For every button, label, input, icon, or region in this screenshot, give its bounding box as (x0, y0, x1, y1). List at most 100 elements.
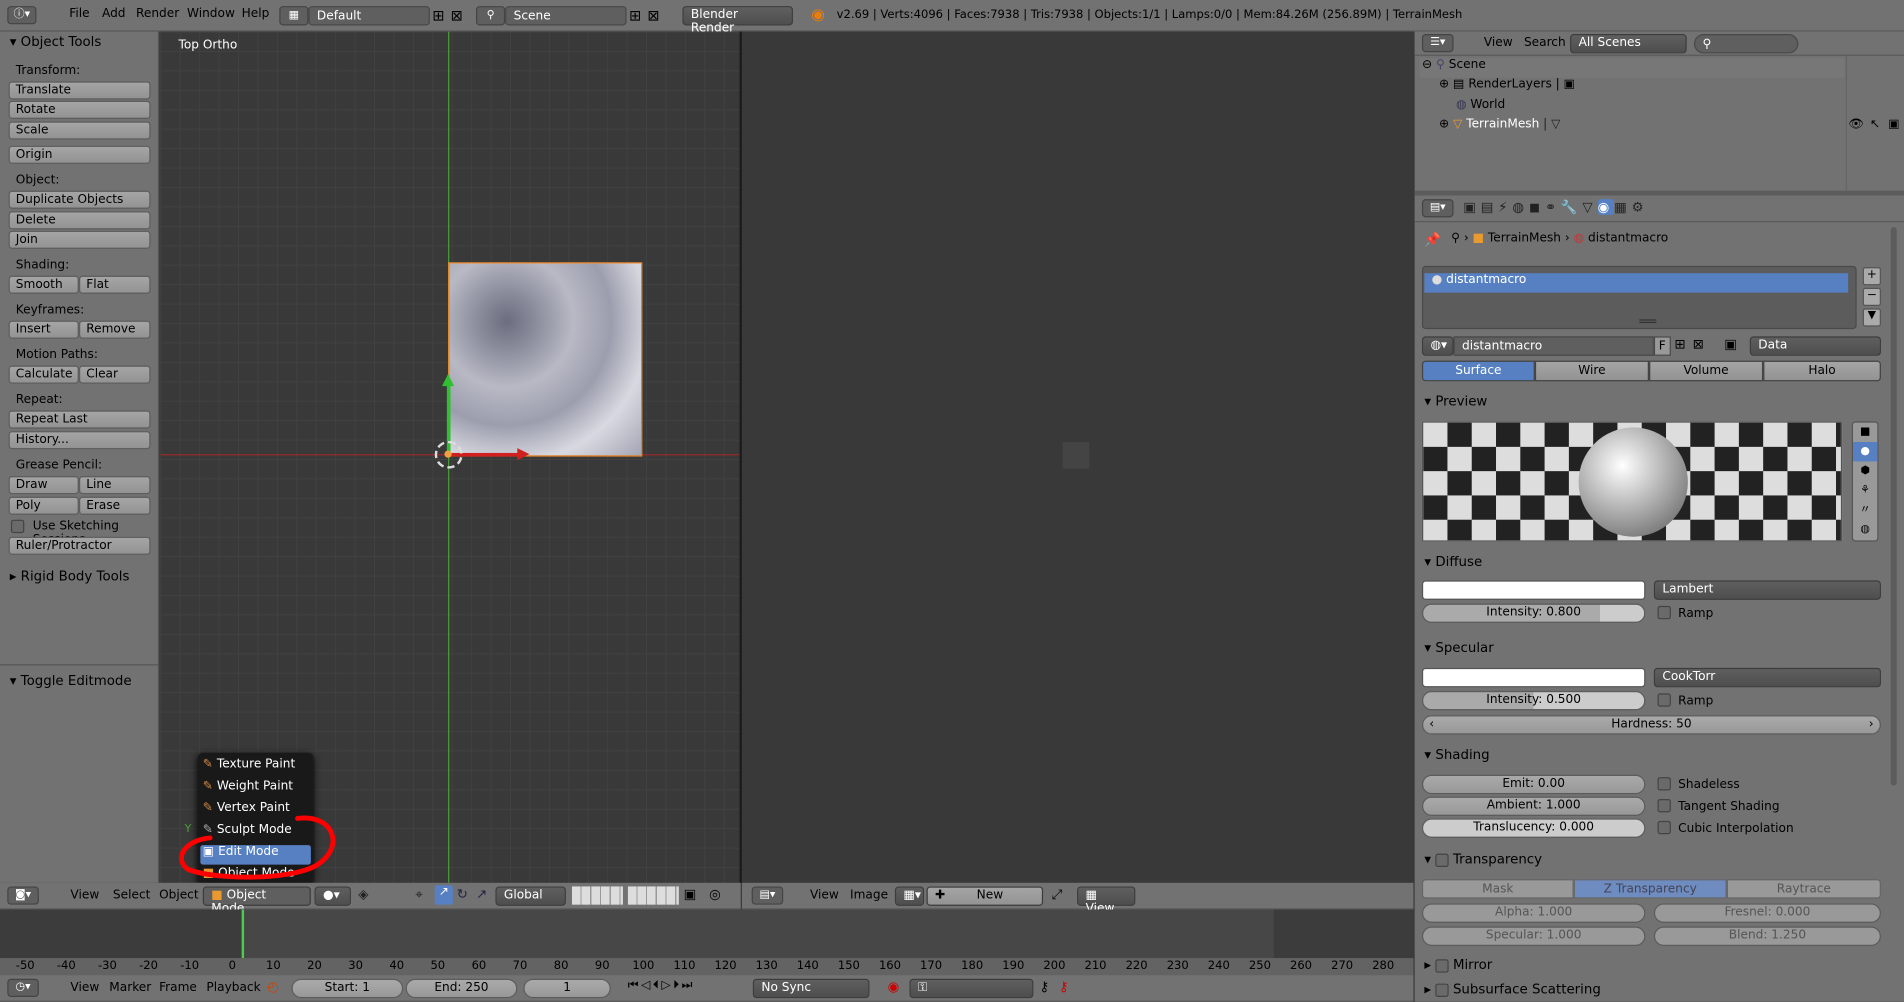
remove-slot-icon[interactable]: − (1862, 287, 1881, 307)
insert-keyframe-button[interactable]: Insert (8, 320, 79, 339)
diffuse-color-swatch[interactable] (1421, 580, 1646, 600)
image-view-menu[interactable]: View (810, 889, 839, 902)
image-browse-dropdown[interactable]: ▦▾ (894, 886, 925, 906)
material-slot-list[interactable]: ● distantmacro (1421, 265, 1857, 330)
playback-menu[interactable]: Playback (206, 981, 260, 994)
timeline-area[interactable] (0, 909, 1414, 976)
emit-field[interactable]: Emit: 0.00 (1421, 774, 1646, 795)
fresnel-field[interactable]: Fresnel: 0.000 (1653, 903, 1881, 923)
render-engine-dropdown[interactable]: Blender Render (682, 6, 793, 35)
marker-menu[interactable]: Marker (109, 981, 151, 994)
image-menu[interactable]: Image (850, 889, 888, 902)
node-icon[interactable]: ▣ (1724, 336, 1737, 352)
diffuse-shader-dropdown[interactable]: Lambert (1653, 580, 1881, 600)
scene-filter-dropdown[interactable]: All Scenes (1570, 34, 1687, 54)
mirror-checkbox[interactable] (1435, 958, 1449, 973)
outliner-editor-icon[interactable]: ☰▾ (1421, 34, 1454, 53)
tab-volume[interactable]: Volume (1649, 360, 1764, 382)
sync-dropdown[interactable]: No Sync (752, 978, 870, 999)
poly-button[interactable]: Poly (8, 496, 79, 515)
insert-keyframe-icon[interactable]: ⚷ (1039, 979, 1049, 995)
outliner-row-scene[interactable]: ⊖ ⚲ Scene (1419, 58, 1845, 78)
translate-button[interactable]: Translate (8, 81, 151, 100)
tab-wire[interactable]: Wire (1534, 360, 1650, 382)
calculate-button[interactable]: Calculate (8, 365, 79, 384)
add-slot-icon[interactable]: + (1862, 267, 1881, 286)
specular-transparency-slider[interactable]: Specular: 1.000 (1421, 926, 1646, 946)
smooth-button[interactable]: Smooth (8, 275, 79, 294)
scene-icon[interactable]: ⚲ (476, 6, 506, 26)
fake-user-button[interactable]: F (1653, 336, 1671, 356)
object-menu[interactable]: Object (159, 889, 199, 902)
image-view-dropdown[interactable]: ▦ View (1077, 886, 1136, 916)
flat-button[interactable]: Flat (78, 275, 151, 294)
sketching-checkbox[interactable] (10, 519, 25, 534)
screen-layout-icon[interactable]: ▦ (279, 6, 309, 26)
object-tools-header[interactable]: ▾ Object Tools (10, 34, 102, 50)
layers-grid-2-icon[interactable] (627, 886, 679, 905)
menu-window[interactable]: Window (187, 7, 235, 20)
new-material-icon[interactable]: ⊞ (1675, 336, 1686, 352)
delete-button[interactable]: Delete (8, 211, 151, 230)
translate-icon[interactable]: ↗ (434, 885, 453, 905)
remove-scene-icon[interactable]: ⊠ (647, 7, 659, 24)
specular-panel-header[interactable]: ▾ Specular (1424, 640, 1493, 656)
shading-panel-header[interactable]: ▾ Shading (1424, 747, 1489, 763)
alpha-slider[interactable]: Alpha: 1.000 (1421, 903, 1646, 923)
breadcrumb-material[interactable]: distantmacro (1588, 232, 1668, 245)
image-editor-area[interactable] (741, 31, 1414, 883)
proportional-edit-icon[interactable]: ◎ (709, 886, 721, 902)
menu-help[interactable]: Help (242, 7, 270, 20)
erase-button[interactable]: Erase (78, 496, 151, 515)
scale-button[interactable]: Scale (8, 121, 151, 140)
menu-file[interactable]: File (69, 7, 89, 20)
shading-dropdown[interactable]: ●▾ (314, 886, 351, 906)
scene-field[interactable]: Scene (505, 6, 627, 26)
menu-add[interactable]: Add (102, 7, 126, 20)
terrain-mesh[interactable] (448, 262, 643, 457)
join-button[interactable]: Join (8, 230, 151, 249)
end-frame-field[interactable]: End: 250 (405, 978, 518, 999)
translucency-slider[interactable]: Translucency: 0.000 (1421, 818, 1646, 838)
line-button[interactable]: Line (78, 476, 151, 495)
texture-paint-item[interactable]: ✎ Texture Paint (203, 758, 310, 777)
pin-icon[interactable]: 📌 (1424, 232, 1441, 248)
add-scene-icon[interactable]: ⊞ (629, 7, 641, 24)
specular-shader-dropdown[interactable]: CookTorr (1653, 667, 1881, 688)
rotate-icon[interactable]: ↻ (457, 886, 468, 902)
delete-keyframe-icon[interactable]: ⚷ (1059, 979, 1069, 995)
mirror-panel-header[interactable]: ▸ Mirror (1424, 957, 1492, 973)
breadcrumb-object[interactable]: TerrainMesh (1488, 232, 1561, 245)
outliner-row-terrainmesh[interactable]: ⊕ ▽ TerrainMesh | ▽ (1439, 118, 1561, 131)
hardness-field[interactable]: ‹ Hardness: 50 › (1421, 715, 1881, 735)
cubic-interpolation-checkbox[interactable] (1657, 820, 1671, 835)
image-editor-type-icon[interactable]: ▤▾ (751, 886, 784, 905)
info-editor-icon[interactable]: ⓘ▾ (7, 6, 37, 25)
layers-grid-icon[interactable] (571, 886, 623, 905)
editor-type-icon[interactable]: ◙▾ (7, 886, 39, 905)
preview-panel-header[interactable]: ▾ Preview (1424, 393, 1487, 409)
list-resize-handle[interactable] (1639, 319, 1657, 324)
keying-set-dropdown[interactable]: ⚿ (909, 978, 1034, 999)
lock-icon[interactable]: ▣ (684, 886, 697, 902)
ambient-slider[interactable]: Ambient: 1.000 (1421, 796, 1646, 817)
mode-dropdown[interactable]: ■ Object Mode (202, 886, 311, 916)
ruler-button[interactable]: Ruler/Protractor (8, 536, 151, 555)
current-frame-line[interactable] (241, 909, 245, 959)
sss-checkbox[interactable] (1435, 982, 1449, 997)
record-icon[interactable]: ◉ (888, 979, 900, 995)
properties-scrollbar[interactable] (1890, 227, 1897, 786)
repeat-last-button[interactable]: Repeat Last (8, 410, 151, 429)
toggle-editmode-header[interactable]: ▾ Toggle Editmode (10, 673, 132, 689)
clear-button[interactable]: Clear (78, 365, 151, 384)
start-frame-field[interactable]: Start: 1 (291, 978, 404, 999)
diffuse-intensity-slider[interactable]: Intensity: 0.800 (1421, 603, 1646, 623)
origin-button[interactable]: Origin (8, 145, 151, 164)
select-menu[interactable]: Select (113, 889, 150, 902)
specular-intensity-slider[interactable]: Intensity: 0.500 (1421, 690, 1646, 711)
transparency-checkbox[interactable] (1435, 853, 1449, 867)
unlink-material-icon[interactable]: ⊠ (1693, 336, 1704, 352)
outliner-search-menu[interactable]: Search (1524, 36, 1566, 49)
menu-render[interactable]: Render (136, 7, 179, 20)
outliner-view-menu[interactable]: View (1484, 36, 1513, 49)
